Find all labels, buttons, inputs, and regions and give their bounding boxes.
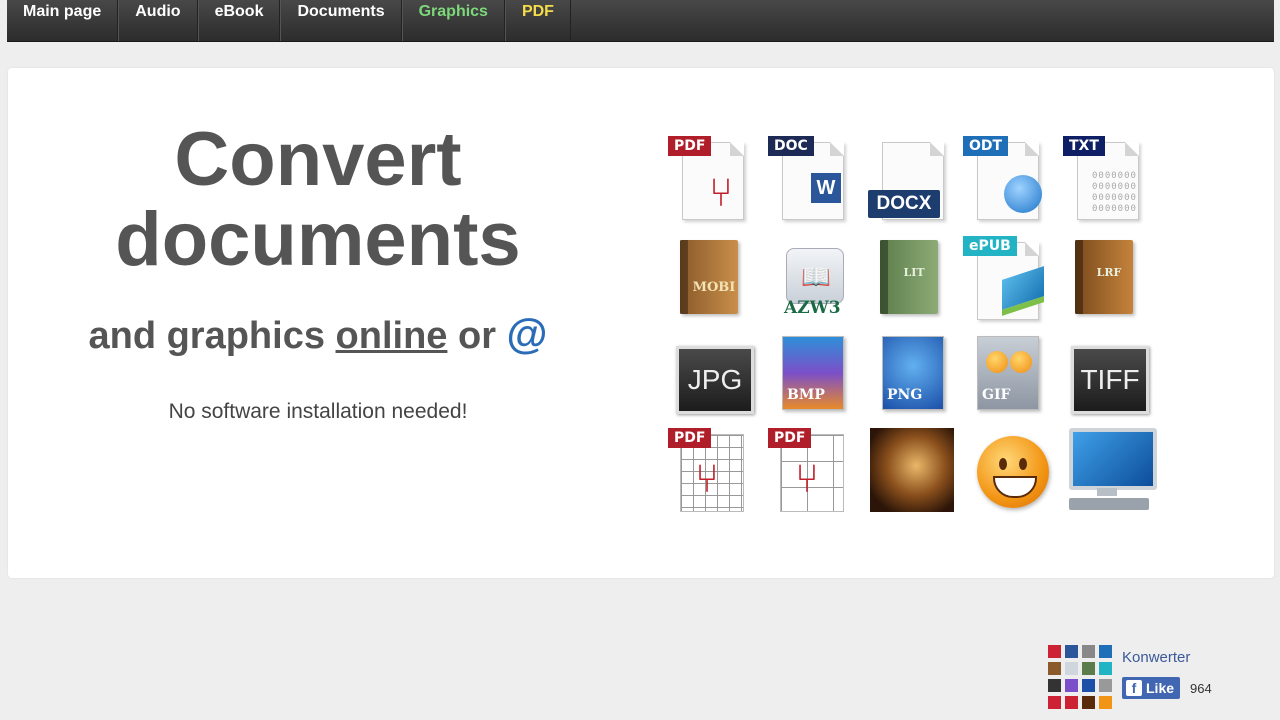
gif-image-shape: GIF <box>977 336 1039 410</box>
jpg-format-icon[interactable]: JPG <box>668 336 754 422</box>
lrf-book-shape: LRF <box>1075 240 1133 314</box>
png-format-icon[interactable]: PNG <box>868 332 952 418</box>
pdf-puzzle-tag: PDF <box>768 428 812 448</box>
hero-subtitle: and graphics online or @ <box>48 310 588 358</box>
lit-format-icon[interactable]: LIT <box>868 236 952 322</box>
nav-audio[interactable]: Audio <box>118 0 198 41</box>
pdf-grid-tag: PDF <box>668 428 712 448</box>
email-at-link[interactable]: @ <box>507 310 548 357</box>
lrf-format-icon[interactable]: LRF <box>1063 236 1147 322</box>
smiley-icon <box>1010 351 1032 373</box>
doc-format-icon[interactable]: W DOC <box>768 136 852 222</box>
computer-icon[interactable] <box>1063 426 1157 512</box>
epub-format-icon[interactable]: ePUB <box>963 236 1047 322</box>
openoffice-icon <box>1004 175 1042 213</box>
acrobat-icon: ⑂ <box>695 457 719 501</box>
bmp-image-shape: BMP <box>782 336 844 410</box>
png-label: PNG <box>887 387 923 403</box>
lrf-label: LRF <box>1096 266 1122 279</box>
text-lines-icon: 0000000 0000000 0000000 0000000 <box>1092 171 1137 214</box>
books-stack-icon <box>1002 266 1044 316</box>
format-icon-grid: ⑂ PDF W DOC DOCX ODT 0000000 0000000 00000… <box>668 136 1158 586</box>
mobi-book-shape: MOBI <box>680 240 738 314</box>
mobi-label: MOBI <box>692 280 736 295</box>
jpg-label: JPG <box>676 346 754 414</box>
odt-format-icon[interactable]: ODT <box>963 136 1047 222</box>
facebook-page-name[interactable]: Konwerter <box>1122 649 1190 666</box>
azw3-format-icon[interactable]: 📖 AZW3 <box>768 236 852 322</box>
online-link[interactable]: online <box>336 315 448 357</box>
odt-tag: ODT <box>963 136 1009 156</box>
like-label: Like <box>1146 680 1175 696</box>
facebook-like-button[interactable]: f Like <box>1122 677 1181 699</box>
pdf-puzzle-icon[interactable]: ⑂ PDF <box>768 428 852 514</box>
hero-subtitle-prefix: and graphics <box>88 315 325 357</box>
keyboard-icon <box>1069 498 1149 510</box>
txt-tag: TXT <box>1063 136 1105 156</box>
gif-format-icon[interactable]: GIF <box>963 332 1047 418</box>
tiff-label: TIFF <box>1071 346 1149 414</box>
doc-tag: DOC <box>768 136 814 156</box>
nav-ebook[interactable]: eBook <box>197 0 281 41</box>
top-navigation: Main page Audio eBook Documents Graphics… <box>7 0 1274 42</box>
pdf-grid-icon[interactable]: ⑂ PDF <box>668 428 752 514</box>
tiff-format-icon[interactable]: TIFF <box>1063 336 1149 422</box>
smiley-face-icon <box>977 436 1049 508</box>
gif-label: GIF <box>982 387 1011 403</box>
lit-label: LIT <box>903 266 925 279</box>
azw3-label: AZW3 <box>784 298 841 318</box>
monitor-icon <box>1069 428 1157 490</box>
hero-title: Convert documents <box>48 120 588 280</box>
lit-book-shape: LIT <box>880 240 938 314</box>
smiley-icon <box>986 351 1008 373</box>
word-icon: W <box>811 173 841 203</box>
nav-documents[interactable]: Documents <box>280 0 402 41</box>
epub-tag: ePUB <box>963 236 1017 256</box>
hero-title-line1: Convert <box>174 117 462 202</box>
docx-tag: DOCX <box>868 190 940 218</box>
hero-section: Convert documents and graphics online or… <box>48 120 588 424</box>
acrobat-icon: ⑂ <box>709 171 733 215</box>
page-thumbnail[interactable] <box>1048 645 1114 711</box>
bmp-label: BMP <box>787 387 825 403</box>
azw3-app-shape: 📖 <box>786 248 844 304</box>
main-card: Convert documents and graphics online or… <box>8 68 1274 578</box>
hero-title-line2: documents <box>115 197 521 282</box>
smiley-large-icon[interactable] <box>963 428 1049 514</box>
pdf-tag: PDF <box>668 136 712 156</box>
photo-image <box>870 428 954 512</box>
monitor-stand <box>1097 488 1117 496</box>
nav-graphics[interactable]: Graphics <box>401 0 505 41</box>
photo-icon[interactable] <box>864 426 954 512</box>
docx-format-icon[interactable]: DOCX <box>868 136 952 222</box>
hero-subtitle-or: or <box>457 315 496 357</box>
open-book-icon: 📖 <box>801 264 831 291</box>
pdf-format-icon[interactable]: ⑂ PDF <box>668 136 752 222</box>
facebook-like-widget: Konwerter f Like 964 <box>1048 645 1248 715</box>
mobi-format-icon[interactable]: MOBI <box>668 236 752 322</box>
txt-format-icon[interactable]: 0000000 0000000 0000000 0000000 TXT <box>1063 136 1147 222</box>
png-image-shape: PNG <box>882 336 944 410</box>
facebook-f-icon: f <box>1126 680 1142 696</box>
like-count: 964 <box>1190 681 1212 696</box>
hero-note: No software installation needed! <box>168 400 468 423</box>
nav-pdf[interactable]: PDF <box>504 0 571 41</box>
nav-main-page[interactable]: Main page <box>7 0 119 41</box>
acrobat-icon: ⑂ <box>795 457 819 501</box>
bmp-format-icon[interactable]: BMP <box>768 332 852 418</box>
